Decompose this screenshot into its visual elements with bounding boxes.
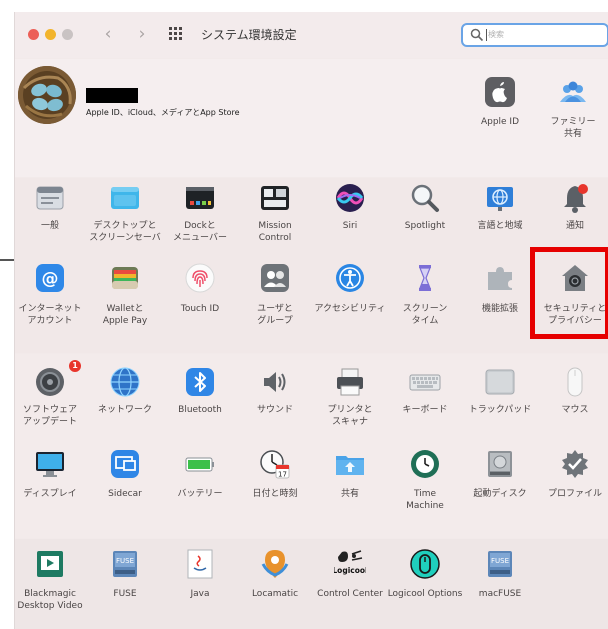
pref-label: 通知 bbox=[565, 221, 584, 231]
fuse-icon-text: FUSE bbox=[116, 557, 134, 565]
users-groups-icon bbox=[261, 264, 289, 292]
screenshot-stage: ‹ › システム環境設定 検索 Apple ID、iCloud、メディアとApp… bbox=[0, 0, 608, 629]
macfuse-icon: FUSE bbox=[488, 551, 512, 577]
macfuse-icon-text: FUSE bbox=[491, 557, 509, 565]
search-field[interactable]: 検索 bbox=[461, 23, 608, 47]
close-button[interactable] bbox=[28, 29, 39, 40]
printers-scanners-icon bbox=[337, 368, 363, 396]
search-icon bbox=[470, 28, 484, 42]
wallet-icon bbox=[112, 267, 138, 289]
family-sharing-icon bbox=[560, 81, 586, 102]
pref-label: ファミリー 共有 bbox=[550, 117, 596, 139]
battery-icon bbox=[185, 457, 214, 472]
logicool-logo-text: Logicool bbox=[334, 566, 366, 575]
svg-text:@: @ bbox=[42, 269, 59, 289]
window-title: システム環境設定 bbox=[201, 28, 297, 42]
trackpad-icon bbox=[485, 369, 515, 395]
internet-accounts-icon: @ bbox=[36, 264, 64, 292]
back-button[interactable]: ‹ bbox=[99, 23, 117, 45]
pref-label: macFUSE bbox=[478, 589, 522, 599]
dock-menubar-icon bbox=[186, 187, 214, 209]
pref-label: マウス bbox=[561, 405, 589, 415]
third-party-section bbox=[15, 539, 608, 629]
locamatic-icon bbox=[261, 550, 289, 578]
logicool-options-icon bbox=[410, 549, 440, 579]
redacted-name bbox=[86, 88, 138, 103]
calendar-day: 17 bbox=[278, 471, 287, 479]
java-icon bbox=[187, 549, 213, 579]
title-bar: ‹ › システム環境設定 検索 bbox=[15, 12, 608, 58]
blackmagic-icon bbox=[37, 551, 63, 577]
accessibility-icon bbox=[336, 264, 364, 292]
mouse-icon bbox=[567, 367, 583, 397]
zoom-button[interactable] bbox=[62, 29, 73, 40]
spotlight-icon bbox=[411, 184, 439, 212]
screen-time-icon bbox=[419, 265, 431, 291]
displays-icon bbox=[36, 452, 64, 477]
fuse-icon: FUSE bbox=[113, 551, 137, 577]
date-time-icon: 17 bbox=[260, 450, 290, 479]
pref-label: プロファイル bbox=[547, 489, 602, 499]
hardware-section bbox=[15, 354, 608, 538]
sidecar-icon bbox=[111, 450, 139, 478]
apple-id-icon bbox=[485, 77, 515, 107]
general-icon bbox=[36, 186, 64, 210]
background-dash bbox=[0, 259, 14, 261]
extensions-icon bbox=[488, 267, 512, 290]
network-icon bbox=[110, 367, 140, 397]
desktop-screensaver-icon bbox=[111, 187, 139, 209]
language-region-icon bbox=[487, 187, 513, 211]
logitech-control-center-icon: Logicool bbox=[334, 550, 366, 575]
profiles-icon bbox=[562, 450, 588, 478]
search-placeholder: 検索 bbox=[488, 30, 504, 39]
siri-icon bbox=[336, 184, 364, 212]
touch-id-icon bbox=[185, 263, 215, 293]
notifications-icon bbox=[564, 184, 588, 213]
sharing-icon bbox=[336, 456, 364, 475]
software-update-icon bbox=[36, 368, 64, 396]
avatar[interactable] bbox=[18, 66, 76, 124]
nest-eggs-photo bbox=[18, 66, 76, 124]
highlight-box bbox=[530, 247, 608, 339]
sound-icon bbox=[264, 372, 286, 392]
forward-button[interactable]: › bbox=[133, 23, 151, 45]
bluetooth-icon bbox=[186, 368, 214, 396]
minimize-button[interactable] bbox=[45, 29, 56, 40]
account-subtitle: Apple ID、iCloud、メディアとApp Store bbox=[86, 108, 240, 117]
mission-control-icon bbox=[261, 186, 289, 210]
text-cursor bbox=[486, 29, 487, 41]
update-badge: 1 bbox=[69, 360, 81, 372]
time-machine-icon bbox=[411, 450, 439, 478]
show-all-grid-icon[interactable] bbox=[169, 27, 185, 43]
keyboard-icon bbox=[409, 374, 441, 391]
startup-disk-icon bbox=[488, 451, 512, 477]
